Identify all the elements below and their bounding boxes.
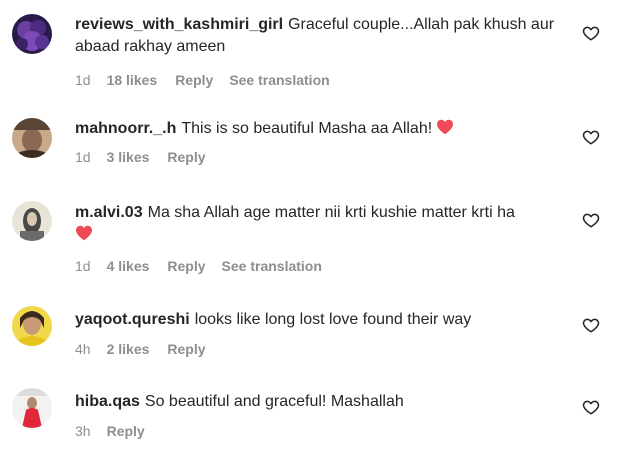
reply-button[interactable]: Reply [167,149,205,165]
avatar[interactable] [12,306,52,346]
comment-meta: 1d 3 likes Reply [75,148,575,166]
comment-username[interactable]: m.alvi.03 [75,204,143,221]
like-button[interactable] [582,128,600,146]
comment-text-row: m.alvi.03 Ma sha Allah age matter nii krt… [75,202,575,246]
like-button[interactable] [582,211,600,229]
comment-time[interactable]: 1d [75,72,91,88]
avatar-image [12,388,52,428]
avatar-image [12,118,52,158]
red-heart-emoji [437,119,454,135]
comment-likes[interactable]: 18 likes [107,72,158,88]
like-button[interactable] [582,24,600,42]
avatar-image [12,201,52,241]
avatar[interactable] [12,388,52,428]
see-translation-button[interactable]: See translation [229,72,329,88]
heart-outline-icon [582,213,600,228]
comment-text-row: yaqoot.qureshi looks like long lost love … [75,309,575,331]
comment-time[interactable]: 4h [75,341,91,357]
comment-meta: 1d 4 likes Reply See translation [75,257,575,275]
comment-likes[interactable]: 4 likes [107,258,150,274]
comment-body: Ma sha Allah age matter nii krti kushie … [147,204,515,221]
comment-time[interactable]: 1d [75,258,91,274]
avatar-image [12,14,52,54]
like-button[interactable] [582,316,600,334]
reply-button[interactable]: Reply [167,258,205,274]
comment-username[interactable]: yaqoot.qureshi [75,311,190,328]
avatar-image [12,306,52,346]
comment-username[interactable]: hiba.qas [75,393,140,410]
comment-body: So beautiful and graceful! Mashallah [144,393,404,410]
comment-text-row: reviews_with_kashmiri_girl Graceful coupl… [75,14,575,58]
red-heart-emoji [76,225,92,241]
heart-outline-icon [582,26,600,41]
comment-likes[interactable]: 2 likes [107,341,150,357]
heart-outline-icon [582,130,600,145]
heart-outline-icon [582,400,600,415]
avatar[interactable] [12,14,52,54]
heart-outline-icon [582,318,600,333]
reply-button[interactable]: Reply [107,423,145,439]
comment-text-row: hiba.qas So beautiful and graceful! Masha… [75,391,575,413]
see-translation-button[interactable]: See translation [222,258,322,274]
comment-time[interactable]: 3h [75,423,91,439]
comment-username[interactable]: reviews_with_kashmiri_girl [75,16,283,33]
like-button[interactable] [582,398,600,416]
comment-meta: 4h 2 likes Reply [75,340,575,358]
comment-likes[interactable]: 3 likes [107,149,150,165]
comment-body: looks like long lost love found their wa… [194,311,472,328]
comment-username[interactable]: mahnoorr._.h [75,120,176,137]
comment-meta: 1d 18 likes Reply See translation [75,71,575,89]
comment-text-row: mahnoorr._.h This is so beautiful Masha a… [75,118,575,140]
reply-button[interactable]: Reply [175,72,213,88]
comment-time[interactable]: 1d [75,149,91,165]
comment-meta: 3h Reply [75,422,575,440]
avatar[interactable] [12,118,52,158]
reply-button[interactable]: Reply [167,341,205,357]
avatar[interactable] [12,201,52,241]
comment-body: This is so beautiful Masha aa Allah! [181,120,433,137]
